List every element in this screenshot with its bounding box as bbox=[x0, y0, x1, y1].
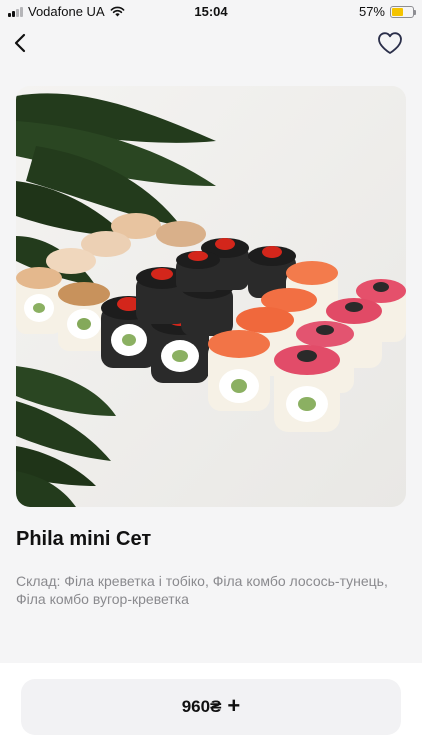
status-bar: Vodafone UA 15:04 57% bbox=[0, 0, 422, 22]
product-title: Phila mini Сет bbox=[16, 528, 152, 550]
add-to-cart-button[interactable]: 960₴ + bbox=[21, 679, 401, 735]
product-screen: Vodafone UA 15:04 57% Phila mini Сет Скл… bbox=[0, 0, 422, 750]
favorite-button[interactable] bbox=[376, 30, 404, 56]
battery-percent: 57% bbox=[358, 4, 385, 19]
plus-icon: + bbox=[227, 693, 241, 718]
heart-outline-icon bbox=[378, 32, 402, 54]
product-image bbox=[16, 86, 406, 507]
price-label: 960₴ bbox=[181, 697, 222, 716]
sushi-photo bbox=[16, 86, 406, 507]
battery-icon bbox=[390, 5, 416, 18]
product-description: Склад: Філа креветка і тобіко, Філа комб… bbox=[16, 573, 388, 607]
battery-level bbox=[392, 7, 404, 16]
back-button[interactable] bbox=[6, 28, 36, 58]
chevron-left-icon bbox=[14, 33, 26, 53]
status-right: 57% bbox=[358, 4, 416, 19]
